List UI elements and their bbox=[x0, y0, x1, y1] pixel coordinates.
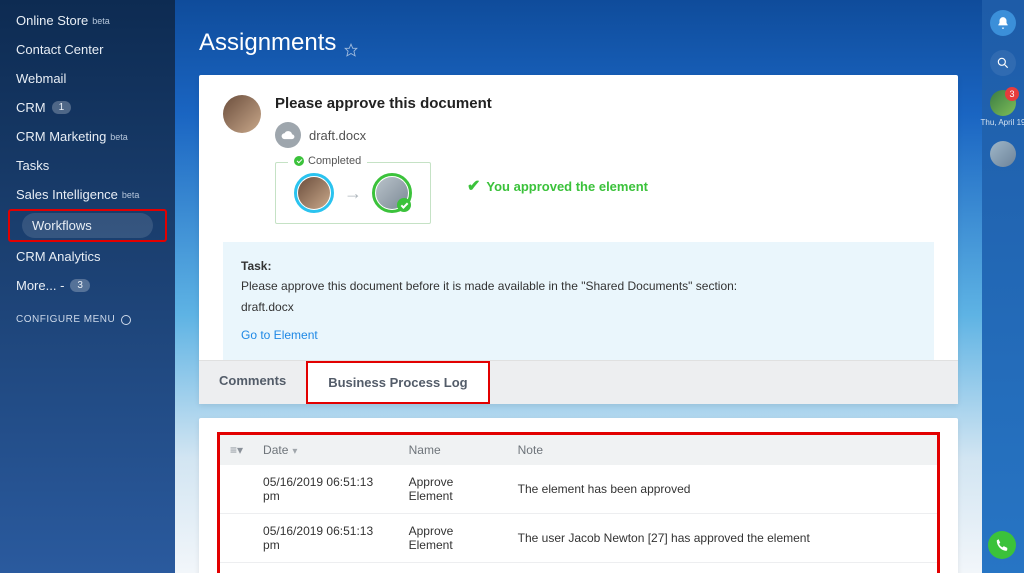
table-menu-icon[interactable]: ≡▾ bbox=[230, 443, 243, 457]
top-tab-placeholder[interactable] bbox=[207, 0, 210, 18]
sidebar: Online Storebeta Contact Center Webmail … bbox=[0, 0, 175, 573]
check-icon: ✔ bbox=[467, 176, 480, 196]
check-icon bbox=[294, 156, 304, 166]
sidebar-item-workflows[interactable]: Workflows bbox=[22, 213, 153, 238]
phone-icon bbox=[995, 538, 1009, 552]
search-button[interactable] bbox=[990, 50, 1016, 76]
date-label: Thu, April 19 bbox=[981, 118, 1024, 127]
table-row[interactable]: 05/16/2019 06:51:13 pmApprove ElementThe… bbox=[219, 465, 939, 514]
document-title: Please approve this document bbox=[275, 95, 934, 112]
bell-icon bbox=[990, 10, 1016, 36]
right-rail: 3 Thu, April 19 bbox=[982, 0, 1024, 573]
filename: draft.docx bbox=[309, 128, 366, 143]
go-to-element-link[interactable]: Go to Element bbox=[241, 325, 318, 345]
sidebar-item-online-store[interactable]: Online Storebeta bbox=[0, 6, 175, 35]
search-icon bbox=[990, 50, 1016, 76]
sort-chevron-icon: ▾ bbox=[292, 446, 297, 457]
count-badge: 3 bbox=[70, 279, 90, 292]
workflow-completed-box: Completed → bbox=[275, 162, 431, 224]
completed-label: Completed bbox=[288, 155, 367, 167]
author-avatar[interactable] bbox=[223, 95, 261, 133]
count-badge: 1 bbox=[52, 101, 72, 114]
detail-tabs: Comments Business Process Log bbox=[199, 360, 958, 404]
sidebar-item-crm[interactable]: CRM1 bbox=[0, 93, 175, 122]
tab-business-process-log[interactable]: Business Process Log bbox=[306, 361, 489, 404]
top-tabs bbox=[199, 0, 958, 19]
sidebar-item-contact-center[interactable]: Contact Center bbox=[0, 35, 175, 64]
log-table: ≡▾ Date▾ Name Note 05/16/2019 06:51:13 p… bbox=[217, 432, 940, 573]
gear-icon bbox=[121, 315, 131, 325]
beta-badge: beta bbox=[92, 16, 110, 26]
highlight-box-workflows: Workflows bbox=[8, 209, 167, 242]
task-description-box: Task: Please approve this document befor… bbox=[223, 242, 934, 360]
configure-menu-link[interactable]: CONFIGURE MENU bbox=[0, 300, 175, 339]
beta-badge: beta bbox=[122, 190, 140, 200]
task-label: Task: bbox=[241, 256, 916, 276]
task-filename: draft.docx bbox=[241, 297, 916, 317]
cloud-download-icon bbox=[275, 122, 301, 148]
sidebar-item-crm-marketing[interactable]: CRM Marketingbeta bbox=[0, 122, 175, 151]
sidebar-item-sales-intelligence[interactable]: Sales Intelligencebeta bbox=[0, 180, 175, 209]
arrow-right-icon: → bbox=[344, 183, 362, 204]
thumbnail-icon: 3 bbox=[990, 90, 1016, 116]
column-date[interactable]: Date▾ bbox=[253, 433, 399, 465]
table-row[interactable]: 05/16/2019 06:42:03 pmApprove ElementThe… bbox=[219, 562, 939, 573]
file-attachment[interactable]: draft.docx bbox=[275, 122, 934, 148]
column-name[interactable]: Name bbox=[399, 433, 508, 465]
sidebar-item-more[interactable]: More... -3 bbox=[0, 271, 175, 300]
user-avatar-button[interactable] bbox=[990, 141, 1016, 167]
table-row[interactable]: 05/16/2019 06:51:13 pmApprove ElementThe… bbox=[219, 513, 939, 562]
main-content: Assignments Please approve this document… bbox=[175, 0, 982, 573]
sidebar-item-crm-analytics[interactable]: CRM Analytics bbox=[0, 242, 175, 271]
badge: 3 bbox=[1005, 87, 1019, 101]
workflow-step-avatar-1[interactable] bbox=[294, 173, 334, 213]
date-widget[interactable]: 3 Thu, April 19 bbox=[981, 90, 1024, 127]
avatar-icon bbox=[990, 141, 1016, 167]
call-fab[interactable] bbox=[988, 531, 1016, 559]
favorite-star-icon[interactable] bbox=[344, 36, 358, 50]
check-badge-icon bbox=[397, 198, 411, 212]
sidebar-item-webmail[interactable]: Webmail bbox=[0, 64, 175, 93]
log-card: ≡▾ Date▾ Name Note 05/16/2019 06:51:13 p… bbox=[199, 418, 958, 573]
task-description: Please approve this document before it i… bbox=[241, 276, 916, 296]
notifications-button[interactable] bbox=[990, 10, 1016, 36]
assignment-card: Please approve this document draft.docx … bbox=[199, 75, 958, 404]
tab-comments[interactable]: Comments bbox=[199, 361, 306, 404]
sidebar-item-tasks[interactable]: Tasks bbox=[0, 151, 175, 180]
page-title: Assignments bbox=[199, 19, 958, 75]
column-note[interactable]: Note bbox=[508, 433, 939, 465]
approval-status: ✔You approved the element bbox=[467, 176, 648, 196]
workflow-step-avatar-2[interactable] bbox=[372, 173, 412, 213]
beta-badge: beta bbox=[110, 132, 128, 142]
